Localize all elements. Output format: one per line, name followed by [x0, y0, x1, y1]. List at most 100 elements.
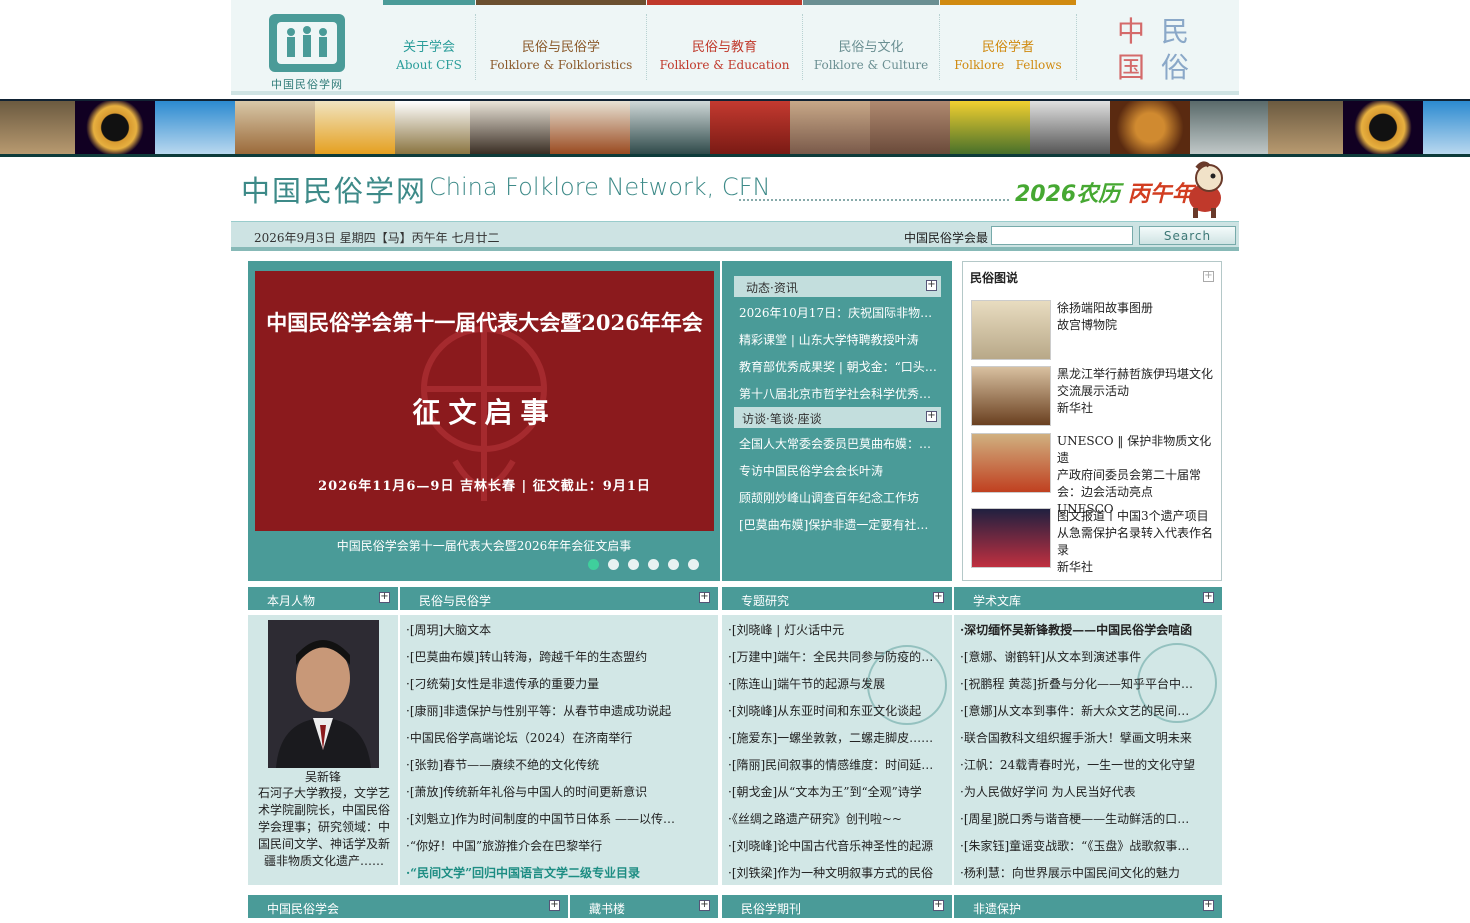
section-title: 民俗学期刊 [741, 902, 802, 916]
news-link[interactable]: 全国人大常委会委员巴莫曲布嫫：非遗保护 [739, 435, 939, 452]
brand-char-4: 俗 [1161, 51, 1190, 84]
slide-dot[interactable] [608, 559, 619, 570]
nav-education[interactable]: 民俗与教育 Folklore & Education [647, 0, 802, 90]
list-item[interactable]: ·[隋丽]民间叙事的情感维度：时间延续性 [728, 756, 936, 773]
caption-line: 新华社 [1057, 560, 1094, 574]
list-item[interactable]: ·[刘铁梁]作为一种文明叙事方式的民俗 [728, 864, 936, 881]
section-title: 藏书楼 [589, 902, 626, 916]
list-item[interactable]: ·[萧放]传统新年礼俗与中国人的时间更新意识 [406, 783, 706, 800]
search-input[interactable] [991, 226, 1133, 245]
list-item-highlight[interactable]: ·“民间文学”回归中国语言文学二级专业目录 [406, 864, 706, 881]
slide-dot[interactable] [588, 559, 599, 570]
slide-dot[interactable] [628, 559, 639, 570]
brand-char-1: 中 [1117, 15, 1146, 48]
plus-icon[interactable]: + [1203, 900, 1214, 911]
list-item[interactable]: ·[意娜]从文本到事件：新大众文艺的民间根源 [960, 702, 1200, 719]
slide-dot[interactable] [688, 559, 699, 570]
list-item[interactable]: ·[朱家钰]童谣变战歌：“《玉盘》战歌叙事研究 [960, 837, 1200, 854]
plus-icon[interactable]: + [549, 900, 560, 911]
strip-photo [870, 101, 950, 154]
plus-icon[interactable]: + [1203, 592, 1214, 603]
plus-icon[interactable]: + [699, 900, 710, 911]
section-title: 学术文库 [973, 594, 1022, 608]
list-item[interactable]: ·江帆：24载青春时光，一生一世的文化守望 [960, 756, 1200, 773]
strip-photo [75, 101, 155, 154]
search-button[interactable]: Search [1139, 226, 1236, 245]
strip-photo [235, 101, 315, 154]
plus-icon[interactable]: + [926, 280, 937, 291]
list-item[interactable]: ·《丝绸之路遗产研究》创刊啦~~ [728, 810, 936, 827]
news-link[interactable]: 精彩课堂 | 山东大学特聘教授叶涛 [739, 331, 939, 348]
list-item[interactable]: ·[康丽]非遗保护与性别平等：从春节申遗成功说起 [406, 702, 706, 719]
list-item[interactable]: ·[巴莫曲布嫫]转山转海，跨越千年的生态盟约 [406, 648, 706, 665]
caption-line: 图文报道丨中国3个遗产项目 [1057, 509, 1209, 523]
news-link[interactable]: 专访中国民俗学会会长叶涛 [739, 462, 939, 479]
person-photo[interactable] [268, 620, 379, 768]
list-item[interactable]: ·[祝鹏程 黄蕊]折叠与分化——知乎平台中的民间文学 [960, 675, 1200, 692]
cfs-logo[interactable]: 中国民俗学网 [265, 10, 349, 91]
list-item[interactable]: ·为人民做好学问 为人民当好代表 [960, 783, 1200, 800]
slide-dot[interactable] [648, 559, 659, 570]
news-link[interactable]: 教育部优秀成果奖 | 朝戈金：“口头传统” [739, 358, 939, 375]
plus-icon[interactable]: + [933, 592, 944, 603]
plus-icon[interactable]: + [1203, 271, 1214, 282]
slideshow: 中国民俗学会第十一届代表大会暨2026年年会 征文启事 2026年11月6—9日… [248, 261, 720, 581]
list-item[interactable]: ·[周星]脱口秀与谐音梗——生动鲜活的口头传统 [960, 810, 1200, 827]
ich-section-header: 非遗保护 + [954, 895, 1222, 918]
banner-year: 2026农历 丙午年 [1015, 176, 1194, 208]
nav-fellows[interactable]: 民俗学者 Folklore Fellows [940, 0, 1076, 90]
person-name[interactable]: 吴新锋 [248, 768, 398, 785]
strip-photo [1190, 101, 1268, 154]
list-item[interactable]: ·[刘魁立]作为时间制度的中国节日体系 ——以传统节日为例 [406, 810, 686, 827]
news-link[interactable]: [巴莫曲布嫫]保护非遗一定要有社区参与 [739, 516, 939, 533]
picture-caption: 黑龙江举行赫哲族伊玛堪文化 交流展示活动 新华社 [1057, 366, 1217, 417]
picture-thumbnail[interactable] [971, 433, 1051, 493]
nav-culture[interactable]: 民俗与文化 Folklore & Culture [803, 0, 939, 90]
picture-thumbnail[interactable] [971, 366, 1051, 426]
list-item[interactable]: ·[意娜、谢鹤轩]从文本到演述事件 [960, 648, 1200, 665]
brand-char-2: 民 [1161, 15, 1190, 48]
list-item[interactable]: ·“你好！中国”旅游推介会在巴黎举行 [406, 837, 706, 854]
banner-title: 中国民俗学网 [241, 174, 428, 208]
list-item[interactable]: ·中国民俗学高端论坛（2024）在济南举行 [406, 729, 706, 746]
nav-fellows-zh: 民俗学者 [981, 40, 1034, 55]
banner-subtitle: China Folklore Network, CFN [429, 173, 771, 201]
strip-photo [550, 101, 630, 154]
list-item[interactable]: ·[刘晓峰]从东亚时间和东亚文化谈起 [728, 702, 936, 719]
news-link[interactable]: 顾颉刚妙峰山调查百年纪念工作坊 [739, 489, 939, 506]
list-item[interactable]: ·[陈连山]端午节的起源与发展 [728, 675, 936, 692]
plus-icon[interactable]: + [699, 592, 710, 603]
picture-thumbnail[interactable] [971, 508, 1051, 568]
list-item[interactable]: ·[万建中]端午：全民共同参与防疫的节日 [728, 648, 936, 665]
nav-about[interactable]: 关于学会 About CFS [383, 0, 475, 90]
list-item[interactable]: ·[刘晓峰 | 灯火话中元 [728, 621, 936, 638]
person-portrait-icon [268, 620, 379, 768]
list-item[interactable]: ·[朝戈金]从“文本为王”到“全观”诗学 [728, 783, 936, 800]
plus-icon[interactable]: + [933, 900, 944, 911]
list-item[interactable]: ·[周玥]大脑文本 [406, 621, 706, 638]
slide-dot[interactable] [668, 559, 679, 570]
slide-subhead: 征文启事 [412, 396, 557, 429]
strip-photo [395, 101, 470, 154]
nav-culture-zh: 民俗与文化 [838, 40, 904, 55]
cfs-section-header: 中国民俗学会 + [248, 895, 568, 918]
picture-thumbnail[interactable] [971, 300, 1051, 360]
list-item[interactable]: ·[张勃]春节——赓续不绝的文化传统 [406, 756, 706, 773]
list-item[interactable]: ·深切缅怀吴新锋教授——中国民俗学会唁函 [960, 621, 1200, 638]
list-item[interactable]: ·[刘晓峰]论中国古代音乐神圣性的起源 [728, 837, 936, 854]
slide-image[interactable]: 中国民俗学会第十一届代表大会暨2026年年会 征文启事 2026年11月6—9日… [255, 271, 714, 531]
brand-char-3: 国 [1117, 51, 1146, 84]
library-section-header: 学术文库 + [954, 587, 1222, 610]
plus-icon[interactable]: + [379, 592, 390, 603]
news-link[interactable]: 第十八届北京市哲学社会科学优秀成果奖 [739, 385, 939, 402]
list-item[interactable]: ·联合国教科文组织握手浙大！擘画文明未来 [960, 729, 1200, 746]
list-item[interactable]: ·[刁统菊]女性是非遗传承的重要力量 [406, 675, 706, 692]
list-item[interactable]: ·杨利慧：向世界展示中国民间文化的魅力 [960, 864, 1200, 881]
nav-folkloristics[interactable]: 民俗与民俗学 Folklore & Folkloristics [476, 0, 646, 90]
news-link[interactable]: 2026年10月17日：庆祝国际非物质文化遗产日 [739, 304, 939, 321]
news-column: 动态·资讯 + 2026年10月17日：庆祝国际非物质文化遗产日 精彩课堂 | … [722, 261, 952, 581]
list-item[interactable]: ·[施爱东]一螺坐敦敦，二螺走脚皮…… [728, 729, 936, 746]
banner-year-zodiac: 丙午 [1127, 182, 1172, 207]
slide-caption[interactable]: 中国民俗学会第十一届代表大会暨2026年年会征文启事 [248, 537, 720, 554]
plus-icon[interactable]: + [926, 411, 937, 422]
